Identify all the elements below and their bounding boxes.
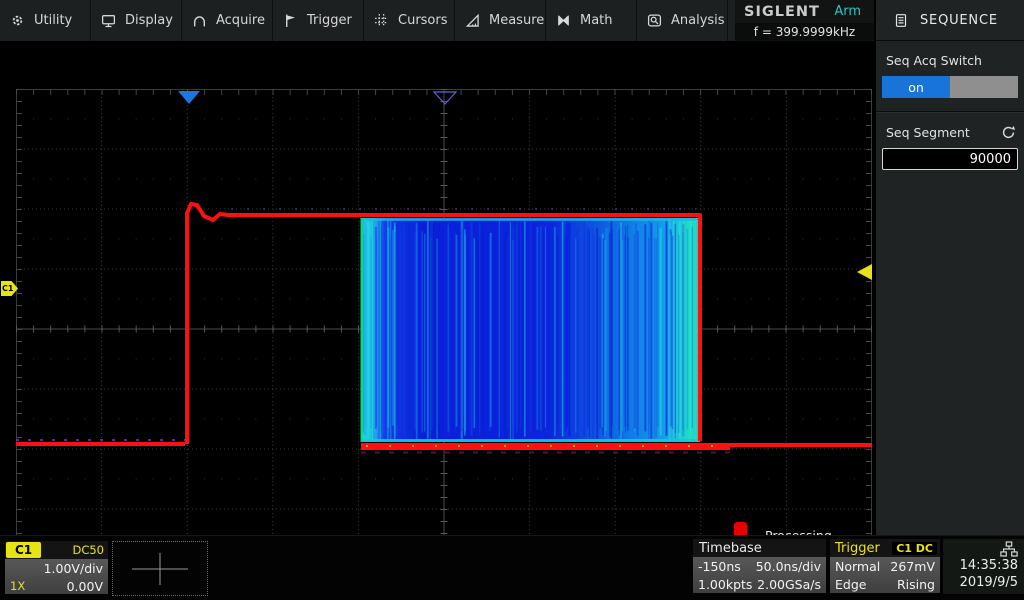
channel1-probe: 1X (10, 579, 25, 593)
acquisition-status: Arm (834, 4, 861, 19)
flag-icon (283, 13, 298, 28)
network-icon (1000, 541, 1018, 557)
timebase-title: Timebase (693, 541, 762, 556)
menu-item-label: Utility (34, 13, 72, 28)
menu-item-math[interactable]: Math (546, 0, 637, 41)
trigger-title: Trigger (830, 541, 880, 556)
menu-item-label: Trigger (307, 13, 352, 28)
analysis-icon (647, 13, 662, 28)
channel1-coupling: DC50 (72, 543, 108, 557)
panel-title: SEQUENCE (920, 13, 998, 28)
sequence-icon (894, 13, 908, 28)
trigger-source: C1 DC (892, 542, 937, 555)
waveform-display: Processing... (0, 41, 874, 535)
menu-bar: Utility Display Acquire Trigger Cursors (0, 0, 735, 41)
menu-item-label: Cursors (398, 13, 448, 28)
waveform-svg (16, 89, 872, 569)
menu-item-trigger[interactable]: Trigger (273, 0, 364, 41)
oscilloscope-screen: Utility Display Acquire Trigger Cursors (0, 0, 1024, 600)
trigger-slope: Rising (897, 577, 935, 592)
graticule-area (16, 89, 872, 569)
menu-item-utility[interactable]: Utility (0, 0, 91, 41)
refresh-icon[interactable] (1001, 125, 1016, 140)
frequency-counter: f = 399.9999kHz (735, 23, 874, 40)
status-block: SIGLENT Arm f = 399.9999kHz (735, 0, 874, 41)
trigger-delay-marker[interactable] (178, 91, 200, 104)
timebase-delay: -150ns (698, 559, 741, 574)
toggle-off-segment[interactable] (950, 76, 1018, 98)
seq-acq-switch-label: Seq Acq Switch (876, 41, 1024, 68)
menu-item-label: Analysis (671, 13, 725, 28)
horizontal-reference-marker[interactable] (434, 92, 456, 104)
menu-item-label: Measure (489, 13, 544, 28)
menu-item-label: Acquire (216, 13, 265, 28)
brand-logo: SIGLENT (744, 4, 820, 20)
add-channel-box[interactable] (112, 541, 208, 596)
channel1-offset: 0.00V (67, 579, 103, 594)
measure-icon (465, 13, 480, 28)
timebase-box[interactable]: Timebase -150ns 50.0ns/div 1.00kpts 2.00… (693, 539, 826, 594)
system-date: 2019/9/5 (960, 574, 1018, 591)
menu-item-label: Math (580, 13, 613, 28)
menu-item-acquire[interactable]: Acquire (182, 0, 273, 41)
system-time: 14:35:38 (960, 557, 1018, 574)
cursors-icon (374, 13, 389, 28)
clock-box: 14:35:38 2019/9/5 (943, 539, 1024, 594)
menu-item-label: Display (125, 13, 173, 28)
seq-acq-switch-toggle[interactable]: on (882, 76, 1018, 98)
trigger-box[interactable]: Trigger C1 DC Normal 267mV Edge Rising (830, 539, 940, 594)
math-icon (556, 13, 571, 28)
menu-item-display[interactable]: Display (91, 0, 182, 41)
channel1-scale: 1.00V/div (44, 561, 103, 576)
channel1-badge[interactable]: C1 (6, 542, 41, 558)
sequence-panel: SEQUENCE Seq Acq Switch on Seq Segment 9… (874, 0, 1024, 535)
seq-segment-label: Seq Segment (876, 113, 970, 140)
trigger-mode: Normal (835, 559, 880, 574)
sequence-panel-header[interactable]: SEQUENCE (876, 0, 1024, 41)
crosshair-icon (130, 551, 190, 587)
timebase-memory: 1.00kpts (698, 577, 752, 592)
channel1-descriptor-box[interactable]: C1 DC50 1.00V/div 1X 0.00V (5, 541, 108, 594)
display-icon (101, 13, 116, 28)
status-bar: C1 DC50 1.00V/div 1X 0.00V Timebase -150… (0, 535, 1024, 600)
trigger-level: 267mV (890, 559, 935, 574)
menu-item-analysis[interactable]: Analysis (637, 0, 728, 41)
seq-segment-input[interactable]: 90000 (882, 148, 1018, 170)
menu-item-cursors[interactable]: Cursors (364, 0, 455, 41)
trigger-type: Edge (835, 577, 866, 592)
timebase-scale: 50.0ns/div (756, 559, 821, 574)
gear-icon (10, 13, 25, 28)
toggle-on-segment[interactable]: on (882, 76, 950, 98)
timebase-sample-rate: 2.00GSa/s (757, 577, 821, 592)
menu-item-measure[interactable]: Measure (455, 0, 546, 41)
acquire-icon (192, 13, 207, 28)
